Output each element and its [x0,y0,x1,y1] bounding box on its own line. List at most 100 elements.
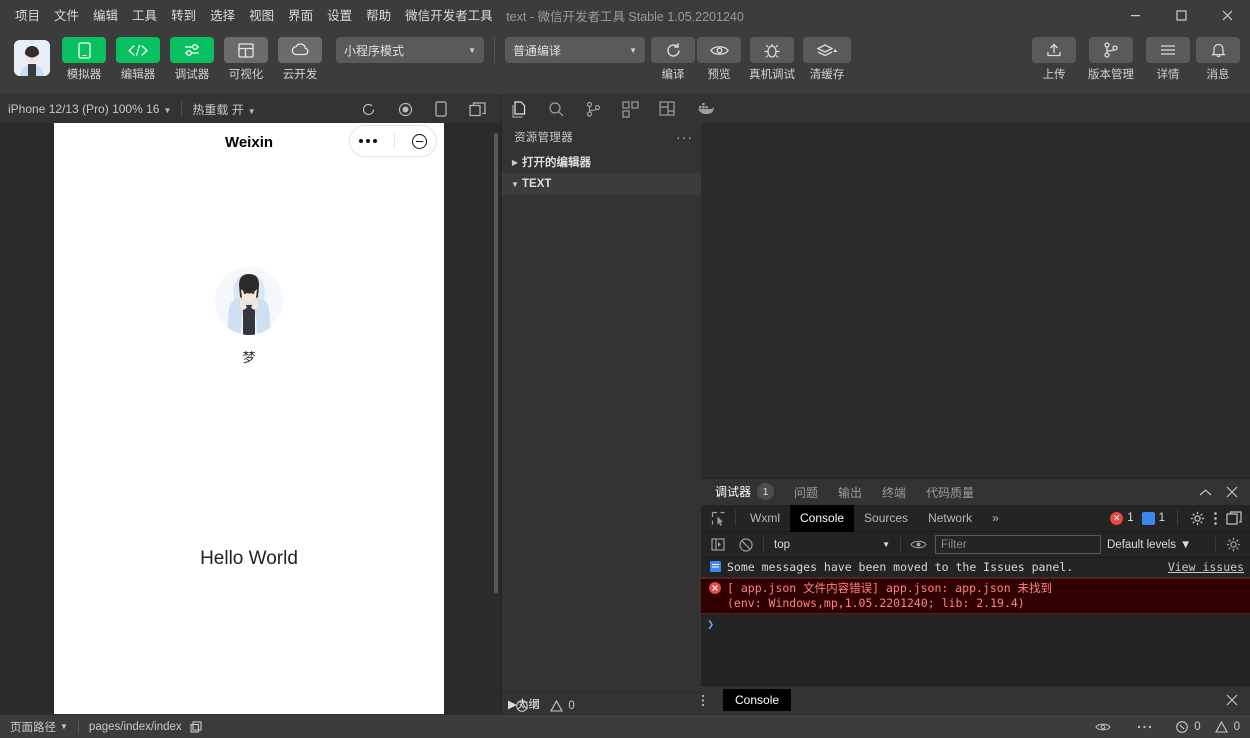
simulator-scrollbar[interactable] [494,133,498,593]
hot-reload-select[interactable]: 热重载 开 ▼ [192,101,255,118]
page-path-value-group[interactable]: pages/index/index [89,721,202,733]
panel-tab-code-quality[interactable]: 代码质量 [926,479,974,506]
window-icon[interactable] [469,101,486,117]
dock-icon[interactable] [1226,511,1242,525]
drawer-tab-console[interactable]: Console [723,689,792,711]
panel-tab-problems[interactable]: 问题 [794,479,818,506]
project-folder-label: TEXT [522,178,552,190]
panel-tab-output[interactable]: 输出 [838,479,862,506]
explorer-title: 资源管理器 [514,132,573,144]
inspect-element-icon[interactable] [705,506,731,530]
messages-button[interactable]: 消息 [1196,37,1240,82]
kebab-icon[interactable] [1213,511,1218,526]
record-icon[interactable] [398,102,413,117]
device-select[interactable]: iPhone 12/13 (Pro) 100% 16 ▼ [8,102,171,116]
console-input-prompt[interactable]: ❯ [701,614,1250,634]
close-button[interactable] [1204,0,1250,31]
upload-button[interactable]: 上传 [1032,37,1076,82]
info-icon [707,560,723,572]
clear-cache-label: 清缓存 [809,69,845,81]
drawer-close-icon[interactable] [1226,694,1250,706]
rotate-icon[interactable] [435,101,447,117]
view-issues-link[interactable]: View issues [1158,560,1244,575]
open-editors-label: 打开的编辑器 [522,157,591,169]
console-filter-input[interactable] [935,535,1101,554]
toolbar-button-simulator[interactable]: 模拟器 [60,37,108,82]
error-icon: ✕ [1110,511,1124,525]
mode-select[interactable]: 小程序模式 ▼ [336,37,484,63]
gear-icon[interactable] [1190,511,1205,526]
devtools-tab-network[interactable]: Network [918,505,982,532]
capsule-button[interactable] [349,125,437,157]
phone-screen[interactable]: Weixin 梦 Hello World [54,123,444,714]
eye-icon[interactable] [1095,722,1111,732]
docker-icon[interactable] [696,102,715,116]
explorer-more-button[interactable]: ··· [676,129,693,145]
status-problems[interactable]: 0 0 [1176,720,1240,733]
profile-avatar[interactable] [215,267,283,335]
menu-item-edit[interactable]: 编辑 [86,4,125,28]
close-icon[interactable] [1226,486,1238,498]
ellipsis-icon[interactable] [1137,725,1152,729]
toolbar-button-editor[interactable]: 编辑器 [114,37,162,82]
menu-item-select[interactable]: 选择 [203,4,242,28]
console-toolbar: top ▼ Default levels ▼ [701,532,1250,558]
toolbar-button-debugger[interactable]: 调试器 [168,37,216,82]
preview-button[interactable]: 预览 [697,37,741,82]
close-circle-icon [412,133,428,149]
avatar[interactable] [14,40,50,76]
explorer-folder-row[interactable]: ▼ TEXT [502,173,701,195]
console-eye-icon[interactable] [907,535,929,555]
source-control-icon[interactable] [585,101,602,118]
compile-button[interactable]: 编译 [651,37,695,82]
compile-mode-select[interactable]: 普通编译 ▼ [505,37,645,63]
console-context-select[interactable]: top ▼ [770,535,894,554]
menu-item-goto[interactable]: 转到 [164,4,203,28]
details-button[interactable]: 详情 [1146,37,1190,82]
menu-item-project[interactable]: 项目 [8,4,47,28]
console-settings-gear-icon[interactable] [1222,535,1244,555]
menu-item-tools[interactable]: 工具 [125,4,164,28]
version-control-button[interactable]: 版本管理 [1082,37,1140,82]
warning-triangle-icon [1214,720,1228,733]
devtools-tab-overflow[interactable]: » [982,505,1009,532]
layout-icon[interactable] [659,101,676,117]
console-sidebar-toggle-icon[interactable] [707,535,729,555]
editor-empty-area[interactable] [701,123,1250,478]
bug-icon [750,37,794,63]
menu-item-devtools[interactable]: 微信开发者工具 [398,4,500,28]
error-count-badge[interactable]: ✕ 1 [1110,511,1134,525]
explorer-open-editors-row[interactable]: ▶ 打开的编辑器 [502,151,701,173]
drawer-kebab-icon[interactable] [701,694,723,707]
panel-tab-debugger[interactable]: 调试器 1 [715,479,775,506]
copy-icon[interactable] [190,720,202,733]
toolbar-button-cloud[interactable]: 云开发 [276,37,324,82]
refresh-icon[interactable] [361,102,376,117]
search-icon[interactable] [548,101,565,118]
phone-icon [62,37,106,63]
clear-console-icon[interactable] [735,535,757,555]
real-device-debug-button[interactable]: 真机调试 [743,37,801,82]
menu-item-settings[interactable]: 设置 [320,4,359,28]
menu-item-view[interactable]: 视图 [242,4,281,28]
chevron-up-icon[interactable] [1199,488,1212,497]
page-path-select[interactable]: 页面路径 ▼ [10,719,68,735]
menu-item-interface[interactable]: 界面 [281,4,320,28]
minimize-button[interactable] [1112,0,1158,31]
console-output[interactable]: Some messages have been moved to the Iss… [701,558,1250,685]
menu-item-file[interactable]: 文件 [47,4,86,28]
chevron-right-icon: ▶ [511,157,519,167]
info-count-badge[interactable]: 1 [1141,511,1165,525]
panel-tab-terminal[interactable]: 终端 [882,479,906,506]
menu-item-help[interactable]: 帮助 [359,4,398,28]
console-log-levels-select[interactable]: Default levels ▼ [1107,539,1191,551]
clear-cache-button[interactable]: 清缓存 [803,37,851,82]
maximize-button[interactable] [1158,0,1204,31]
devtools-tab-wxml[interactable]: Wxml [740,505,790,532]
files-icon[interactable] [511,100,528,118]
devtools-tab-console[interactable]: Console [790,504,855,532]
devtools-tab-sources[interactable]: Sources [854,505,918,532]
error-circle-icon [516,700,528,712]
extensions-icon[interactable] [622,100,639,118]
toolbar-button-visual[interactable]: 可视化 [222,37,270,82]
